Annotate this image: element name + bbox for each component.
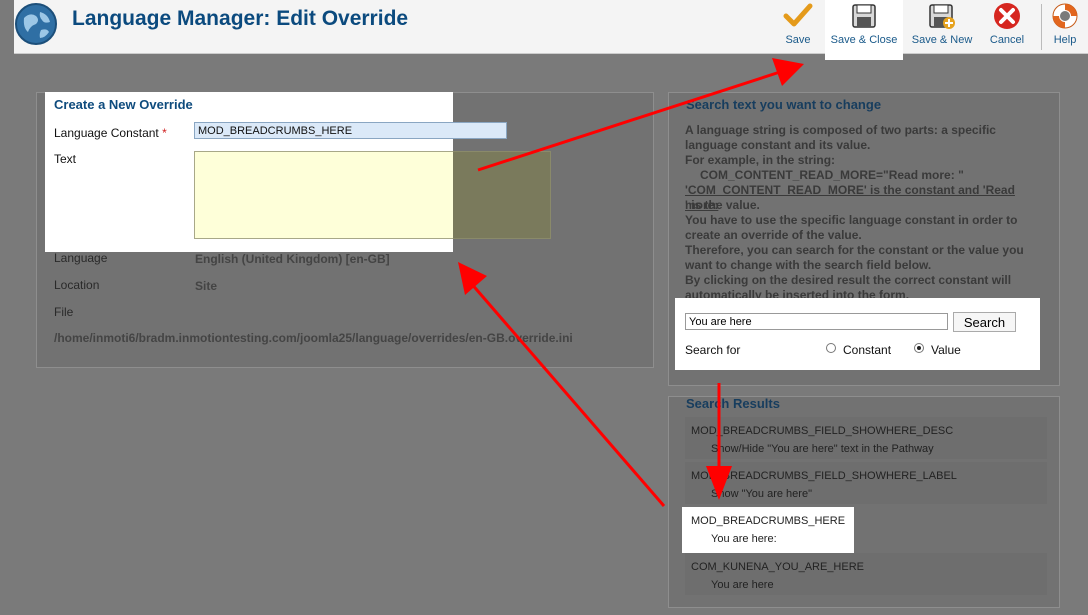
arrow-to-form [468, 281, 666, 507]
arrow-head-result [706, 466, 732, 500]
annotation-arrows [458, 58, 804, 507]
arrow-head-form [458, 262, 487, 295]
arrow-to-save-close [477, 70, 781, 172]
